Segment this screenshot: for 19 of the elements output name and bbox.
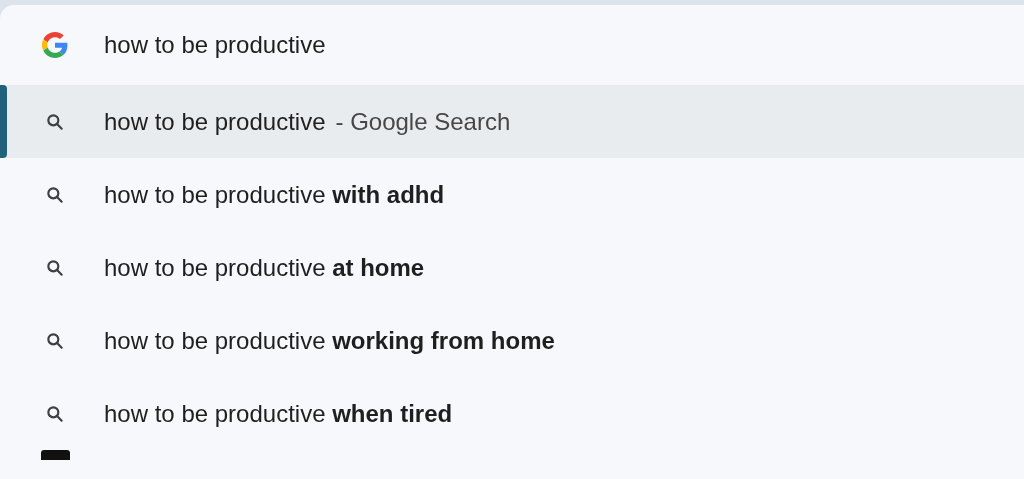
suggestion-item[interactable]: how to be productive at home — [0, 231, 1024, 304]
google-g-icon — [42, 32, 68, 58]
suggestion-item[interactable]: how to be productive when tired — [0, 377, 1024, 450]
suggestion-item[interactable]: how to be productive - Google Search — [0, 85, 1024, 158]
suggestion-text: how to be productive — [104, 106, 326, 137]
partial-icon — [41, 450, 70, 460]
suggestion-text: how to be productive working from home — [104, 325, 555, 356]
suggestion-text: how to be productive when tired — [104, 398, 453, 429]
query-text[interactable]: how to be productive — [104, 27, 326, 63]
search-icon — [45, 330, 65, 351]
suggestion-text: how to be productive with adhd — [104, 179, 445, 210]
search-icon — [45, 111, 65, 132]
suggestion-item[interactable]: how to be productive with adhd — [0, 158, 1024, 231]
search-icon — [45, 403, 65, 424]
search-icon — [45, 184, 65, 205]
suggestion-detail: - Google Search — [335, 106, 511, 137]
suggestion-text: how to be productive at home — [104, 252, 425, 283]
search-icon — [45, 257, 65, 278]
suggestion-item[interactable]: how to be productive working from home — [0, 304, 1024, 377]
